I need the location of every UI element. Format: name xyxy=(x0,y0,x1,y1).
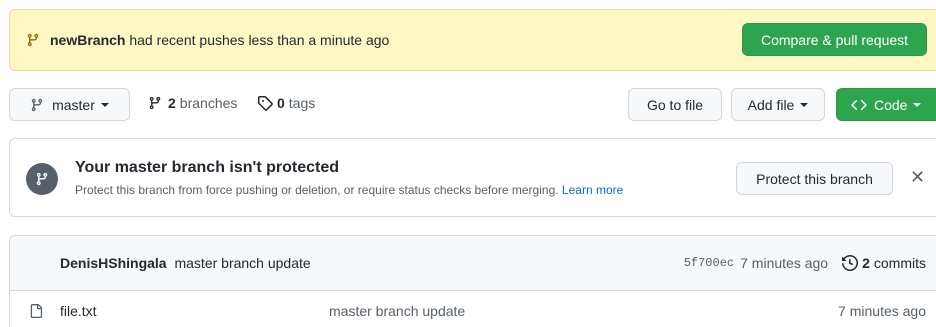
compare-pull-request-button[interactable]: Compare & pull request xyxy=(742,23,927,56)
commit-meta: 5f700ec 7 minutes ago 2 commits xyxy=(684,255,926,271)
add-file-button[interactable]: Add file xyxy=(731,88,825,121)
banner-text: had recent pushes less than a minute ago xyxy=(129,32,390,48)
chevron-down-icon xyxy=(800,102,809,107)
branch-select-label: master xyxy=(52,96,95,113)
git-branch-icon xyxy=(26,163,58,195)
add-file-label: Add file xyxy=(747,96,795,113)
branches-link[interactable]: 2 branches xyxy=(148,95,237,111)
file-name[interactable]: file.txt xyxy=(60,303,97,319)
latest-commit-row: DenisHShingala master branch update 5f70… xyxy=(10,236,936,291)
git-branch-icon xyxy=(148,95,162,111)
branches-label: branches xyxy=(179,95,238,111)
code-icon xyxy=(851,97,867,113)
file-commit-message[interactable]: master branch update xyxy=(329,303,465,319)
commit-author-name[interactable]: DenisHShingala xyxy=(60,255,167,271)
commits-label: commits xyxy=(873,255,926,271)
commits-link[interactable]: 2 commits xyxy=(842,255,926,271)
recent-push-banner: newBranch had recent pushes less than a … xyxy=(9,9,936,71)
branch-select-button[interactable]: master xyxy=(9,88,130,121)
file-age: 7 minutes ago xyxy=(838,303,926,319)
banner-message: newBranch had recent pushes less than a … xyxy=(50,32,389,48)
protection-title: Your master branch isn't protected xyxy=(75,159,340,176)
code-label: Code xyxy=(874,96,908,113)
learn-more-link[interactable]: Learn more xyxy=(562,183,623,197)
commits-count: 2 xyxy=(862,255,870,271)
commit-message[interactable]: master branch update xyxy=(174,255,310,271)
chevron-down-icon xyxy=(913,102,922,107)
protection-description: Protect this branch from force pushing o… xyxy=(75,183,623,197)
close-icon[interactable]: ✕ xyxy=(910,167,925,187)
tags-count: 0 xyxy=(277,95,285,111)
tag-icon xyxy=(257,95,273,111)
commit-age: 7 minutes ago xyxy=(740,255,829,271)
file-browser: DenisHShingala master branch update 5f70… xyxy=(9,235,936,327)
file-row[interactable]: file.txt master branch update 7 minutes … xyxy=(10,292,936,327)
tags-link[interactable]: 0 tags xyxy=(257,95,315,111)
file-icon xyxy=(29,303,43,322)
code-button[interactable]: Code xyxy=(836,88,936,121)
git-branch-icon xyxy=(30,97,44,113)
tags-label: tags xyxy=(288,95,316,111)
commit-author[interactable]: DenisHShingala master branch update xyxy=(60,255,311,271)
go-to-file-button[interactable]: Go to file xyxy=(628,88,722,121)
chevron-down-icon xyxy=(100,102,109,107)
protect-branch-button[interactable]: Protect this branch xyxy=(736,162,893,195)
git-branch-icon xyxy=(26,32,40,48)
branches-count: 2 xyxy=(168,95,176,111)
protection-description-text: Protect this branch from force pushing o… xyxy=(75,183,559,197)
commit-sha[interactable]: 5f700ec xyxy=(684,256,734,270)
branch-protection-notice: Your master branch isn't protected Prote… xyxy=(9,138,936,217)
banner-branch-name[interactable]: newBranch xyxy=(50,32,125,48)
history-icon xyxy=(842,255,859,271)
